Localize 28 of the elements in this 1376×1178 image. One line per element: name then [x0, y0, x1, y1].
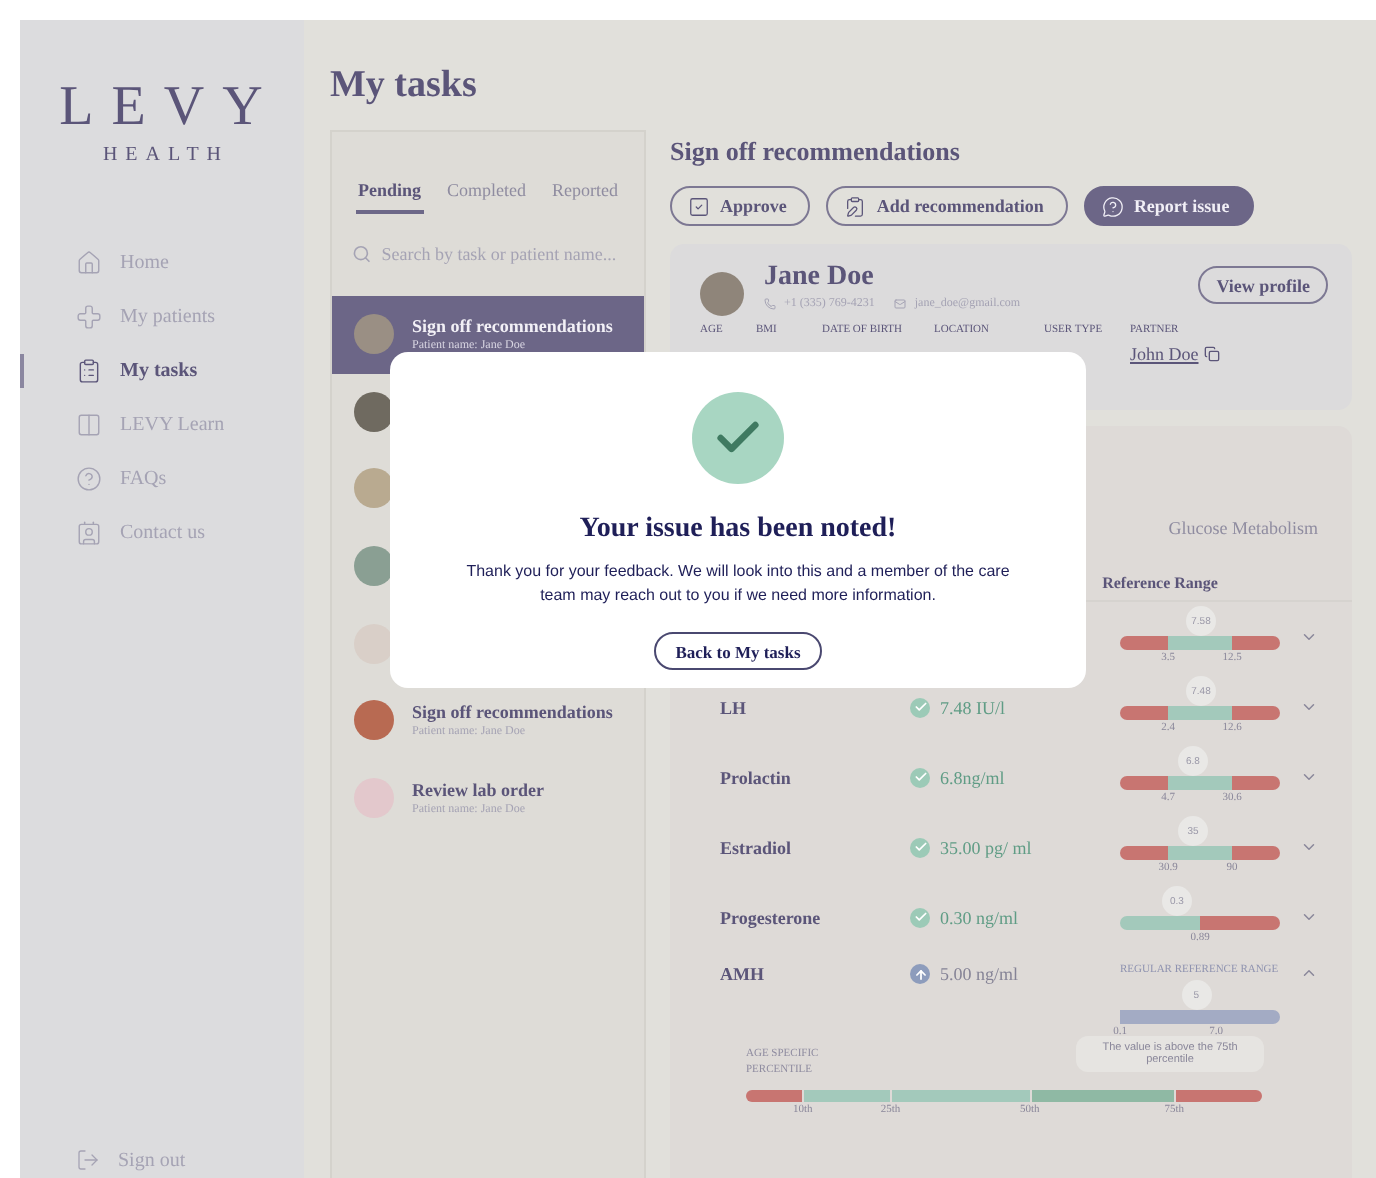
task-title: Sign off recommendations	[412, 702, 613, 723]
logo: LEVY	[57, 80, 283, 136]
lab-value: 35.00 pg/ ml	[940, 837, 1032, 857]
sidebar-item-label: My patients	[120, 306, 215, 328]
lab-name: Prolactin	[720, 767, 793, 787]
detail-title: Sign off recommendations	[670, 136, 962, 168]
task-title: Sign off recommendations	[412, 316, 613, 337]
logo-subtitle: HEALTH	[100, 144, 232, 166]
lab-value: 5.00 ng/ml	[940, 964, 1019, 984]
sidebar-item-label: My tasks	[120, 360, 198, 382]
lab-name: Progesterone	[720, 907, 823, 927]
lab-value: 7.48 IU/l	[940, 697, 1005, 717]
sidebar-item-label: FAQs	[120, 468, 167, 490]
sidebar-item-label: Home	[120, 252, 169, 274]
sign-out-label: Sign out	[118, 1149, 186, 1171]
patient-name: Jane Doe	[764, 262, 876, 294]
lab-value: 0.30 ng/ml	[940, 907, 1019, 927]
lab-name: Estradiol	[720, 837, 794, 857]
page-title: My tasks	[330, 64, 479, 108]
dialog-title: Your issue has been noted!	[579, 514, 897, 546]
dialog-message: Thank you for your feedback. We will look into this and a member of the care team may reach out to you if we need more information.	[464, 560, 1012, 608]
sidebar-item-label: Contact us	[120, 522, 205, 544]
task-title: Review lab order	[412, 779, 544, 800]
lab-name: AMH	[720, 964, 766, 984]
sidebar-item-label: LEVY Learn	[120, 414, 225, 436]
lab-value: 6.8ng/ml	[940, 767, 1005, 787]
column-header: Reference Range	[1100, 574, 1220, 592]
lab-name: LH	[720, 697, 749, 717]
